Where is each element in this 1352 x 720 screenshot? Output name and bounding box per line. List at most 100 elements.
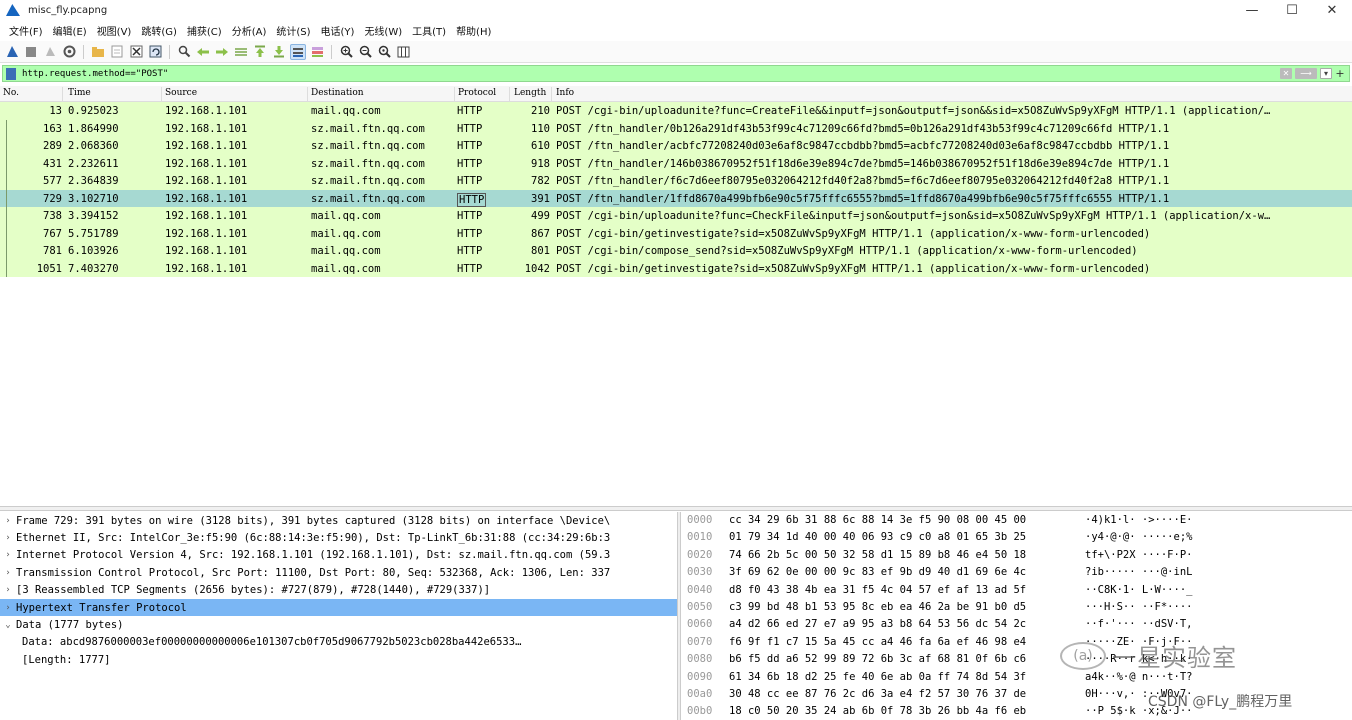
save-file-icon[interactable] [109,44,125,60]
zoom-out-icon[interactable] [357,44,373,60]
collapsed-arrow-icon[interactable]: › [0,550,16,560]
bytes-row[interactable]: 0080 b6 f5 dd a6 52 99 89 72 6b 3c af 68 … [681,651,1352,668]
packet-row[interactable]: 781 6.103926 192.168.1.101 mail.qq.com HTTP 8… [0,242,1352,260]
horizontal-splitter[interactable] [0,506,1352,511]
column-header-info[interactable]: Info [556,88,574,98]
menu-analyze[interactable]: 分析(A) [227,23,272,38]
bytes-row[interactable]: 0030 3f 69 62 0e 00 00 9c 83 ef 9b d9 40 … [681,564,1352,581]
column-header-source[interactable]: Source [165,88,197,98]
bytes-row[interactable]: 00b0 18 c0 50 20 35 24 ab 6b 0f 78 3b 26 … [681,703,1352,720]
menu-help[interactable]: 帮助(H) [451,23,496,38]
packet-source-cell: 192.168.1.101 [165,175,248,187]
autoscroll-icon[interactable] [290,43,306,60]
bytes-row[interactable]: 0020 74 66 2b 5c 00 50 32 58 d1 15 89 b8 … [681,547,1352,564]
add-filter-button-icon[interactable]: + [1335,67,1345,80]
restart-icon[interactable] [42,44,58,60]
packet-row[interactable]: 163 1.864990 192.168.1.101 sz.mail.ftn.qq.c… [0,119,1352,137]
packet-source-cell: 192.168.1.101 [165,192,248,205]
options-gear-icon[interactable] [61,44,77,60]
column-header-time[interactable]: Time [68,88,91,98]
bytes-row[interactable]: 0010 01 79 34 1d 40 00 40 06 93 c9 c0 a8 … [681,529,1352,546]
menu-telephony[interactable]: 电话(Y) [316,23,360,38]
open-folder-icon[interactable] [90,44,106,60]
menu-capture[interactable]: 捕获(C) [182,23,227,38]
go-last-icon[interactable] [271,44,287,60]
packet-row[interactable]: 13 0.925023 192.168.1.101 mail.qq.com HTTP 21… [0,102,1352,120]
zoom-normal-icon[interactable] [376,44,392,60]
display-filter-input[interactable] [22,66,1280,81]
packet-row[interactable]: 738 3.394152 192.168.1.101 mail.qq.com HTTP 4… [0,207,1352,225]
packet-row[interactable]: 767 5.751789 192.168.1.101 mail.qq.com HTTP 8… [0,224,1352,242]
shark-fin-icon[interactable] [4,44,20,60]
packet-row[interactable]: 577 2.364839 192.168.1.101 sz.mail.ftn.qq.c… [0,172,1352,190]
bytes-hex: cc 34 29 6b 31 88 6c 88 14 3e f5 90 08 0… [729,514,1027,526]
reload-icon[interactable] [147,44,163,60]
menu-go[interactable]: 跳转(G) [136,23,182,38]
detail-tree-item[interactable]: ⌄ Data (1777 bytes) [0,616,677,633]
column-header-length[interactable]: Length [514,88,546,98]
close-button[interactable]: ✕ [1312,0,1352,20]
detail-tree-item[interactable]: › Hypertext Transfer Protocol [0,598,677,617]
packet-row[interactable]: 729 3.102710 192.168.1.101 sz.mail.ftn.qq.c… [0,189,1352,207]
bytes-hex: 74 66 2b 5c 00 50 32 58 d1 15 89 b8 46 e… [729,548,1027,561]
menu-tools[interactable]: 工具(T) [407,23,451,38]
bytes-row[interactable]: 0050 c3 99 bd 48 b1 53 95 8c eb ea 46 2a … [681,599,1352,616]
packet-row[interactable]: 289 2.068360 192.168.1.101 sz.mail.ftn.qq.c… [0,137,1352,155]
collapsed-arrow-icon[interactable]: › [0,568,16,578]
packet-row[interactable]: 1051 7.403270 192.168.1.101 mail.qq.com HTTP… [0,259,1352,277]
bookmark-icon[interactable] [6,67,16,80]
go-back-icon[interactable] [195,44,211,60]
detail-tree-item[interactable]: › Frame 729: 391 bytes on wire (3128 bits… [0,512,677,529]
collapsed-arrow-icon[interactable]: › [0,533,16,543]
menu-statistics[interactable]: 统计(S) [271,23,315,38]
bytes-row[interactable]: 0090 61 34 6b 18 d2 25 fe 40 6e ab 0a ff … [681,669,1352,686]
detail-tree-item[interactable]: › [3 Reassembled TCP Segments (2656 bytes… [0,582,677,599]
collapsed-arrow-icon[interactable]: › [0,516,16,526]
bytes-row[interactable]: 00a0 30 48 cc ee 87 76 2c d6 3a e4 f2 57 … [681,686,1352,703]
menu-wireless[interactable]: 无线(W) [359,23,407,38]
expanded-arrow-icon[interactable]: ⌄ [0,620,16,630]
detail-tree-item[interactable]: [Length: 1777] [0,651,677,668]
filter-history-dropdown-icon[interactable]: ▾ [1320,68,1332,79]
stop-icon[interactable] [23,44,39,60]
apply-filter-arrow-icon[interactable]: ⟶ [1295,68,1317,79]
find-icon[interactable] [176,44,192,60]
detail-tree-item[interactable]: › Ethernet II, Src: IntelCor_3e:f5:90 (6c… [0,529,677,546]
column-header-destination[interactable]: Destination [311,88,364,98]
clear-filter-icon[interactable]: ✕ [1280,68,1292,79]
go-forward-icon[interactable] [214,44,230,60]
menu-edit[interactable]: 编辑(E) [48,23,92,38]
bytes-row[interactable]: 0070 f6 9f f1 c7 15 5a 45 cc a4 46 fa 6a … [681,634,1352,651]
packet-destination-cell: mail.qq.com [311,262,381,275]
bytes-row[interactable]: 0060 a4 d2 66 ed 27 e7 a9 95 a3 b8 64 53 … [681,616,1352,633]
bytes-hex: 61 34 6b 18 d2 25 fe 40 6e ab 0a ff 74 8… [729,670,1027,683]
maximize-button[interactable]: ☐ [1272,0,1312,20]
detail-tree-item[interactable]: Data: abcd9876000003ef00000000000006e101… [0,634,677,651]
display-filter-bar: ✕ ⟶ ▾ + [2,65,1350,82]
collapsed-arrow-icon[interactable]: › [0,585,16,595]
go-to-packet-icon[interactable] [233,44,249,60]
detail-tree-item[interactable]: › Internet Protocol Version 4, Src: 192.1… [0,547,677,564]
close-file-icon[interactable] [128,44,144,60]
column-header-protocol[interactable]: Protocol [458,88,496,98]
packet-source-cell: 192.168.1.101 [165,210,248,222]
colorize-icon[interactable] [309,44,325,60]
minimize-button[interactable]: — [1232,0,1272,20]
filter-controls: ✕ ⟶ ▾ + [1280,67,1349,80]
resize-columns-icon[interactable] [395,44,411,60]
column-header-no[interactable]: No. [3,88,19,98]
packet-row[interactable]: 431 2.232611 192.168.1.101 sz.mail.ftn.qq.c… [0,154,1352,172]
go-first-icon[interactable] [252,44,268,60]
bytes-ascii: ··C8K·1· L·W····_ [1085,583,1193,596]
bytes-row[interactable]: 0000 cc 34 29 6b 31 88 6c 88 14 3e f5 90 … [681,512,1352,529]
menu-view[interactable]: 视图(V) [92,23,137,38]
zoom-in-icon[interactable] [338,44,354,60]
packet-source-cell: 192.168.1.101 [165,227,248,240]
packet-length-cell: 918 [531,157,550,170]
bytes-ascii: ··f·'··· ··dSV·T, [1085,618,1193,631]
collapsed-arrow-icon[interactable]: › [0,603,16,613]
menu-file[interactable]: 文件(F) [4,23,48,38]
bytes-row[interactable]: 0040 d8 f0 43 38 4b ea 31 f5 4c 04 57 ef … [681,582,1352,599]
detail-tree-item[interactable]: › Transmission Control Protocol, Src Port… [0,564,677,581]
packet-destination-cell: sz.mail.ftn.qq.com [311,140,425,152]
